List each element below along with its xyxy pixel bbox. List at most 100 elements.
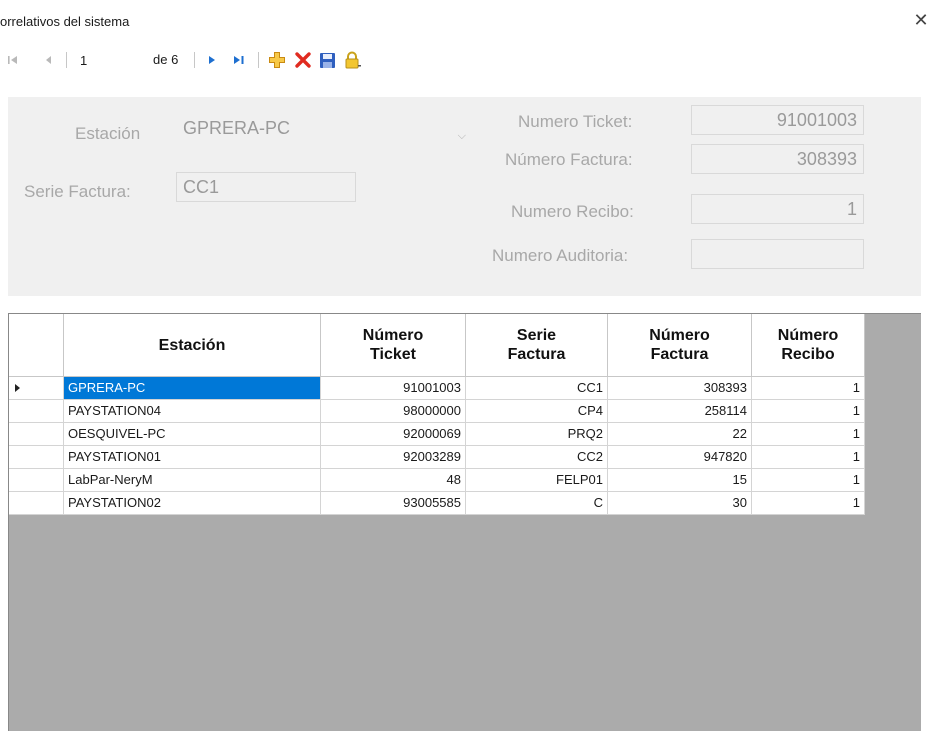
numero-recibo-label: Numero Recibo: [511,202,634,221]
cell-numero-ticket[interactable]: 48 [321,469,466,492]
table-row[interactable]: PAYSTATION01 92003289 CC2 947820 1 [9,446,865,469]
cell-numero-recibo[interactable]: 1 [752,446,865,469]
table-row[interactable]: OESQUIVEL-PC 92000069 PRQ2 22 1 [9,423,865,446]
toolbar-separator [66,52,67,68]
binding-navigator: de 6 [0,46,930,74]
cell-serie-factura[interactable]: CP4 [466,400,608,423]
cell-estacion[interactable]: PAYSTATION04 [64,400,321,423]
row-header[interactable] [9,469,64,492]
correlativos-grid[interactable]: Estación Número Ticket Serie Factura Núm… [8,313,921,731]
table-row[interactable]: PAYSTATION02 93005585 C 30 1 [9,492,865,515]
cell-estacion[interactable]: PAYSTATION01 [64,446,321,469]
chevron-down-icon: ⌵ [457,130,466,142]
delete-button[interactable] [292,46,314,74]
cell-numero-factura[interactable]: 22 [608,423,752,446]
move-first-icon [8,56,17,64]
row-header[interactable] [9,423,64,446]
cell-numero-factura[interactable]: 947820 [608,446,752,469]
column-header-label: Factura [507,346,566,363]
column-header-label: Número [649,327,710,344]
cell-serie-factura[interactable]: CC1 [466,377,608,400]
column-header-estacion[interactable]: Estación [64,314,321,377]
cell-serie-factura[interactable]: C [466,492,608,515]
move-next-icon [209,56,215,64]
cell-numero-recibo[interactable]: 1 [752,400,865,423]
estacion-label: Estación [75,124,141,143]
move-previous-icon [46,56,51,64]
numero-ticket-field[interactable]: 91001003 [691,105,864,135]
cell-serie-factura[interactable]: FELP01 [466,469,608,492]
numero-factura-label: Número Factura: [505,150,633,169]
add-new-button[interactable] [266,46,288,74]
column-header-label: Estación [158,336,226,354]
toolbar-separator [194,52,195,68]
numero-recibo-field[interactable]: 1 [691,194,864,224]
column-header-serie-factura[interactable]: Serie Factura [466,314,608,377]
row-header[interactable] [9,377,64,400]
save-button[interactable] [316,46,338,74]
cell-numero-recibo[interactable]: 1 [752,469,865,492]
cell-numero-ticket[interactable]: 92000069 [321,423,466,446]
current-row-icon [15,384,20,392]
table-row[interactable]: LabPar-NeryM 48 FELP01 15 1 [9,469,865,492]
move-first-button[interactable] [4,46,22,74]
cell-numero-ticket[interactable]: 92003289 [321,446,466,469]
cell-numero-factura[interactable]: 308393 [608,377,752,400]
numero-factura-field[interactable]: 308393 [691,144,864,174]
cell-numero-ticket[interactable]: 91001003 [321,377,466,400]
cell-serie-factura[interactable]: CC2 [466,446,608,469]
numero-auditoria-field[interactable] [691,239,864,269]
cell-numero-factura[interactable]: 30 [608,492,752,515]
cell-estacion[interactable]: LabPar-NeryM [64,469,321,492]
grid-header: Estación Número Ticket Serie Factura Núm… [9,314,865,377]
move-last-button[interactable] [230,46,248,74]
column-header-label: Ticket [370,346,416,363]
position-input[interactable] [76,49,142,71]
cell-numero-ticket[interactable]: 93005585 [321,492,466,515]
serie-factura-field[interactable]: CC1 [176,172,356,202]
cell-numero-ticket[interactable]: 98000000 [321,400,466,423]
window-title: orrelativos del sistema [0,14,130,29]
move-next-button[interactable] [203,46,221,74]
lock-icon [345,51,361,69]
cell-numero-recibo[interactable]: 1 [752,377,865,400]
column-header-label: Recibo [781,346,835,363]
move-last-icon [234,56,244,64]
row-header[interactable] [9,400,64,423]
cell-serie-factura[interactable]: PRQ2 [466,423,608,446]
cell-estacion[interactable]: PAYSTATION02 [64,492,321,515]
toolbar-separator [258,52,259,68]
column-header-numero-recibo[interactable]: Número Recibo [752,314,865,377]
numero-ticket-label: Numero Ticket: [518,112,633,131]
cell-estacion[interactable]: GPRERA-PC [64,377,321,400]
move-previous-button[interactable] [40,46,58,74]
delete-icon [295,52,311,68]
column-header-label: Serie [516,327,557,344]
serie-factura-label: Serie Factura: [24,182,131,201]
estacion-combo[interactable]: GPRERA-PC ⌵ [177,114,470,144]
lock-button[interactable] [342,46,364,74]
close-icon[interactable]: ✕ [912,10,930,30]
column-header-numero-factura[interactable]: Número Factura [608,314,752,377]
grid-rows: GPRERA-PC 91001003 CC1 308393 1 PAYSTATI… [9,377,865,515]
row-header-corner[interactable] [9,314,64,377]
cell-numero-factura[interactable]: 15 [608,469,752,492]
record-count-label: de 6 [153,52,179,67]
cell-numero-recibo[interactable]: 1 [752,492,865,515]
cell-numero-factura[interactable]: 258114 [608,400,752,423]
numero-auditoria-label: Numero Auditoria: [492,246,629,265]
table-row[interactable]: GPRERA-PC 91001003 CC1 308393 1 [9,377,865,400]
cell-estacion[interactable]: OESQUIVEL-PC [64,423,321,446]
correlativos-window: orrelativos del sistema ✕ de 6 [0,0,930,731]
column-header-label: Número [362,327,424,344]
table-row[interactable]: PAYSTATION04 98000000 CP4 258114 1 [9,400,865,423]
detail-panel: Estación GPRERA-PC ⌵ Serie Factura: CC1 … [8,97,921,296]
estacion-combo-value: GPRERA-PC [183,118,291,138]
add-icon [269,52,285,68]
save-icon [319,52,335,68]
row-header[interactable] [9,492,64,515]
column-header-label: Número [777,327,839,344]
row-header[interactable] [9,446,64,469]
column-header-numero-ticket[interactable]: Número Ticket [321,314,466,377]
cell-numero-recibo[interactable]: 1 [752,423,865,446]
